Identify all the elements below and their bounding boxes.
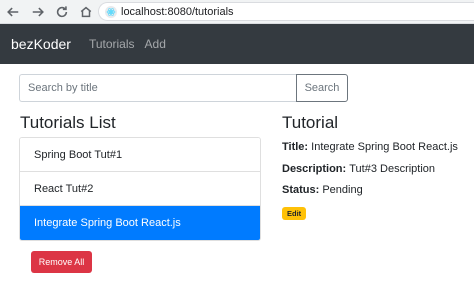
forward-arrow-icon[interactable]: [29, 3, 47, 21]
tutorials-list-heading: Tutorials List: [20, 113, 116, 132]
detail-description-row: Description: Tut#3 Description: [282, 163, 435, 175]
url-text: localhost:8080/tutorials: [121, 5, 234, 18]
detail-title-row: Title: Integrate Spring Boot React.js: [282, 141, 458, 153]
brand-link[interactable]: bezKoder: [11, 36, 71, 52]
remove-all-button[interactable]: Remove All: [31, 251, 92, 273]
tutorial-heading: Tutorial: [282, 113, 339, 132]
title-label: Title:: [282, 141, 312, 153]
description-label: Description:: [282, 163, 350, 175]
tutorials-list: Spring Boot Tut#1 React Tut#2 Integrate …: [19, 137, 261, 241]
list-item[interactable]: Spring Boot Tut#1: [20, 138, 260, 172]
home-icon[interactable]: [77, 3, 95, 21]
address-bar[interactable]: localhost:8080/tutorials: [98, 2, 474, 21]
browser-toolbar: localhost:8080/tutorials: [0, 0, 474, 24]
nav-link-tutorials[interactable]: Tutorials: [89, 37, 135, 51]
app-navbar: bezKoder Tutorials Add: [0, 24, 474, 64]
back-arrow-icon[interactable]: [4, 3, 22, 21]
list-item-active[interactable]: Integrate Spring Boot React.js: [20, 206, 260, 240]
search-group: Search: [19, 74, 348, 102]
title-value: Integrate Spring Boot React.js: [311, 141, 458, 153]
edit-button[interactable]: Edit: [282, 207, 307, 220]
status-value: Pending: [322, 184, 363, 196]
status-label: Status:: [282, 184, 323, 196]
nav-link-add[interactable]: Add: [145, 37, 166, 51]
reload-icon[interactable]: [53, 3, 71, 21]
detail-status-row: Status: Pending: [282, 184, 363, 196]
description-value: Tut#3 Description: [349, 163, 436, 175]
site-info-icon[interactable]: [105, 5, 117, 18]
list-item[interactable]: React Tut#2: [20, 172, 260, 206]
search-input[interactable]: [19, 74, 296, 102]
search-button[interactable]: Search: [296, 74, 348, 102]
